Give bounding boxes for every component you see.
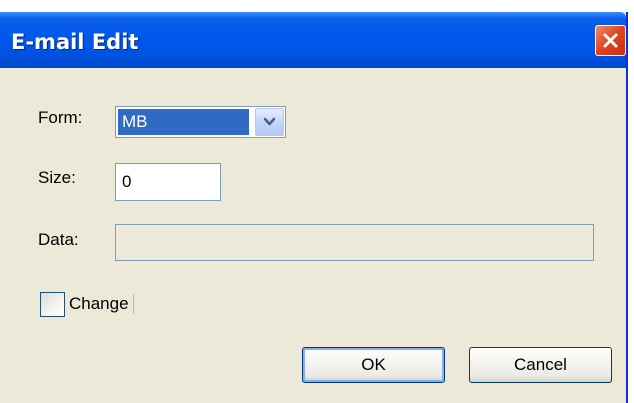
ok-button[interactable]: OK (302, 347, 445, 383)
title-bar[interactable]: E-mail Edit (0, 12, 626, 68)
chevron-down-icon (263, 117, 276, 126)
dialog-title: E-mail Edit (11, 30, 139, 54)
change-checkbox[interactable] (40, 292, 65, 317)
form-select-value: MB (118, 109, 249, 135)
size-label: Size: (38, 168, 76, 187)
email-edit-dialog: E-mail Edit Form: MB Size: Data: Change … (0, 12, 628, 403)
cancel-button[interactable]: Cancel (469, 347, 612, 383)
form-select-arrow-button[interactable] (255, 108, 284, 136)
data-label: Data: (38, 230, 79, 249)
form-select[interactable]: MB (115, 106, 286, 138)
close-button[interactable] (595, 25, 626, 56)
size-input[interactable] (115, 163, 221, 201)
change-checkbox-label[interactable]: Change (69, 294, 134, 314)
data-input[interactable] (115, 224, 594, 261)
close-icon (603, 33, 618, 48)
form-label: Form: (38, 108, 83, 127)
